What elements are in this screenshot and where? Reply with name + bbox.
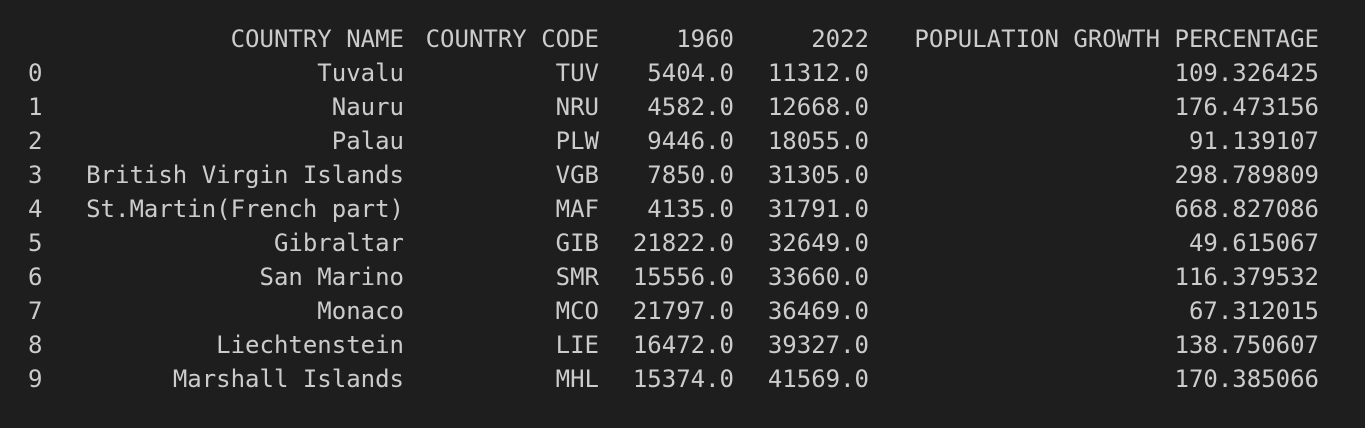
row-index: 1 — [28, 93, 43, 121]
column-header-country-name: COUNTRY NAME — [230, 25, 404, 53]
cell-2022: 31791.0 — [767, 195, 869, 223]
row-index: 4 — [28, 195, 43, 223]
cell-2022: 12668.0 — [767, 93, 869, 121]
cell-growth-percentage: 116.379532 — [1174, 263, 1320, 291]
cell-country-name: Nauru — [331, 93, 404, 121]
cell-2022: 41569.0 — [767, 365, 869, 393]
cell-2022: 11312.0 — [767, 59, 869, 87]
cell-1960: 21797.0 — [632, 297, 734, 325]
table-row: 8 Liechtenstein LIE 16472.0 39327.0 138.75060… — [0, 328, 1365, 362]
cell-country-code: MAF — [555, 195, 599, 223]
cell-growth-percentage: 109.326425 — [1174, 59, 1320, 87]
cell-1960: 16472.0 — [632, 331, 734, 359]
cell-country-name: Liechtenstein — [216, 331, 404, 359]
cell-growth-percentage: 170.385066 — [1174, 365, 1320, 393]
row-index: 7 — [28, 297, 43, 325]
cell-country-name: Marshall Islands — [172, 365, 404, 393]
cell-country-name: Gibraltar — [273, 229, 404, 257]
cell-country-name: Tuvalu — [317, 59, 404, 87]
cell-growth-percentage: 67.312015 — [1188, 297, 1319, 325]
cell-country-code: MCO — [555, 297, 599, 325]
cell-country-code: SMR — [555, 263, 599, 291]
cell-2022: 39327.0 — [767, 331, 869, 359]
cell-1960: 21822.0 — [632, 229, 734, 257]
column-header-1960: 1960 — [676, 25, 734, 53]
table-row: 9 Marshall Islands MHL 15374.0 41569.0 170.38… — [0, 362, 1365, 396]
cell-2022: 18055.0 — [767, 127, 869, 155]
cell-2022: 36469.0 — [767, 297, 869, 325]
table-row: 3 British Virgin Islands VGB 7850.0 31305.0 2… — [0, 158, 1365, 192]
cell-growth-percentage: 91.139107 — [1188, 127, 1319, 155]
cell-country-code: TUV — [555, 59, 599, 87]
row-index: 5 — [28, 229, 43, 257]
cell-country-code: NRU — [555, 93, 599, 121]
table-row: 1 Nauru NRU 4582.0 12668.0 176.473156 — [0, 90, 1365, 124]
cell-1960: 15374.0 — [632, 365, 734, 393]
cell-country-name: St.Martin(French part) — [86, 195, 404, 223]
cell-country-code: PLW — [555, 127, 599, 155]
cell-1960: 5404.0 — [647, 59, 734, 87]
cell-growth-percentage: 668.827086 — [1174, 195, 1320, 223]
row-index: 9 — [28, 365, 43, 393]
cell-country-code: VGB — [555, 161, 599, 189]
row-index: 0 — [28, 59, 43, 87]
table-row: 5 Gibraltar GIB 21822.0 32649.0 49.615067 — [0, 226, 1365, 260]
cell-2022: 33660.0 — [767, 263, 869, 291]
cell-2022: 31305.0 — [767, 161, 869, 189]
table-header-row: COUNTRY NAME COUNTRY CODE 1960 2022 POPU… — [0, 22, 1365, 56]
cell-1960: 4582.0 — [647, 93, 734, 121]
table-row: 4 St.Martin(French part) MAF 4135.0 31791.0 6… — [0, 192, 1365, 226]
dataframe-output: COUNTRY NAME COUNTRY CODE 1960 2022 POPU… — [0, 0, 1365, 428]
cell-country-name: San Marino — [259, 263, 405, 291]
cell-growth-percentage: 298.789809 — [1174, 161, 1320, 189]
column-header-country-code: COUNTRY CODE — [425, 25, 599, 53]
row-index: 2 — [28, 127, 43, 155]
cell-1960: 15556.0 — [632, 263, 734, 291]
row-index: 8 — [28, 331, 43, 359]
cell-country-code: LIE — [555, 331, 599, 359]
cell-growth-percentage: 176.473156 — [1174, 93, 1320, 121]
column-header-growth: POPULATION GROWTH PERCENTAGE — [914, 25, 1319, 53]
cell-1960: 4135.0 — [647, 195, 734, 223]
table-row: 2 Palau PLW 9446.0 18055.0 91.139107 — [0, 124, 1365, 158]
table-row: 0 Tuvalu TUV 5404.0 11312.0 109.326425 — [0, 56, 1365, 90]
table-row: 6 San Marino SMR 15556.0 33660.0 116.379532 — [0, 260, 1365, 294]
column-header-2022: 2022 — [811, 25, 869, 53]
cell-1960: 9446.0 — [647, 127, 734, 155]
cell-growth-percentage: 49.615067 — [1188, 229, 1319, 257]
cell-country-code: MHL — [555, 365, 599, 393]
cell-country-name: Palau — [331, 127, 404, 155]
cell-growth-percentage: 138.750607 — [1174, 331, 1320, 359]
cell-country-name: Monaco — [317, 297, 404, 325]
row-index: 6 — [28, 263, 43, 291]
cell-country-name: British Virgin Islands — [86, 161, 404, 189]
cell-country-code: GIB — [555, 229, 599, 257]
table-row: 7 Monaco MCO 21797.0 36469.0 67.312015 — [0, 294, 1365, 328]
cell-1960: 7850.0 — [647, 161, 734, 189]
row-index: 3 — [28, 161, 43, 189]
cell-2022: 32649.0 — [767, 229, 869, 257]
